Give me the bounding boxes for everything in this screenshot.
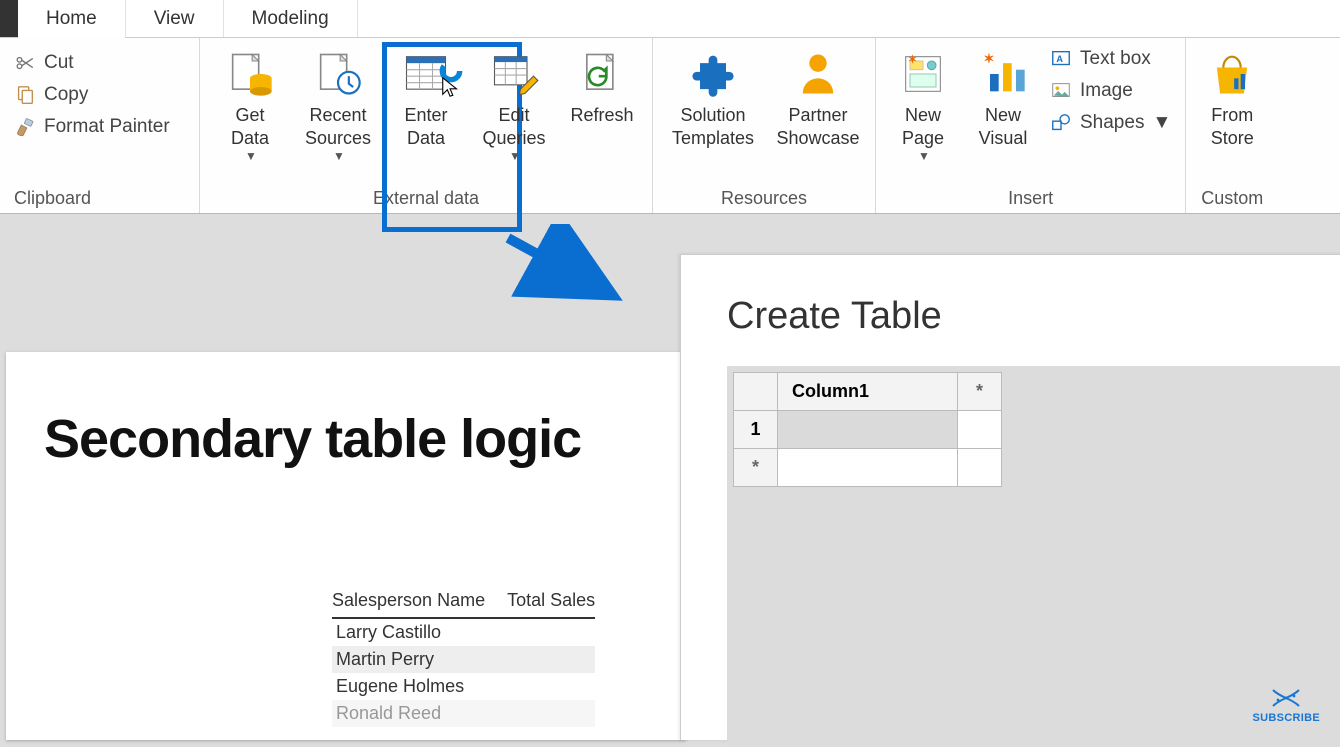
partner-showcase-button[interactable]: Partner Showcase [771,44,865,149]
tab-view[interactable]: View [126,0,224,37]
grid-cell-empty [958,411,1002,449]
from-store-label: From Store [1211,104,1254,149]
add-row-button[interactable]: * [734,449,778,487]
tab-home[interactable]: Home [18,0,126,37]
dna-icon [1269,686,1303,710]
new-page-label: New Page [902,104,944,149]
chevron-down-icon: ▼ [333,149,345,164]
group-label-insert: Insert [1008,184,1053,209]
col-total-sales: Total Sales [507,590,595,611]
copy-icon [14,84,36,106]
row-header-1: 1 [734,411,778,449]
shapes-label: Shapes [1080,112,1144,134]
tab-modeling[interactable]: Modeling [224,0,358,37]
cut-label: Cut [44,52,74,74]
refresh-label: Refresh [570,104,633,127]
report-canvas[interactable]: Secondary table logic Salesperson Name T… [6,352,686,740]
recent-sources-label: Recent Sources [305,104,371,149]
from-store-button[interactable]: From Store [1196,44,1268,149]
grid-cell[interactable] [778,411,958,449]
new-visual-button[interactable]: ✶ New Visual [968,44,1038,149]
table-row: Martin Perry [332,646,595,673]
group-resources: Solution Templates Partner Showcase Reso… [653,38,876,213]
get-data-button[interactable]: Get Data▼ [210,44,290,164]
enter-data-button[interactable]: Enter Data [386,44,466,149]
report-title: Secondary table logic [44,408,581,470]
new-page-button[interactable]: ✶ New Page▼ [886,44,960,164]
shapes-button[interactable]: Shapes ▼ [1046,110,1175,136]
dialog-grid-area: Column1 * 1 * [727,366,1340,747]
enter-data-grid[interactable]: Column1 * 1 * [733,372,1002,487]
group-label-external-data: External data [373,184,479,209]
col-header-column1[interactable]: Column1 [778,373,958,411]
enter-data-label: Enter Data [404,104,447,149]
svg-text:✶: ✶ [984,51,995,66]
ribbon-tabbar: Home View Modeling [0,0,1340,38]
partner-showcase-label: Partner Showcase [776,104,859,149]
svg-text:✶: ✶ [908,54,917,66]
text-box-icon: A [1050,48,1072,70]
group-external-data: Get Data▼ Recent Sources▼ Enter Data Edi… [200,38,653,213]
recent-sources-button[interactable]: Recent Sources▼ [298,44,378,164]
sales-table-visual[interactable]: Salesperson Name Total Sales Larry Casti… [332,590,595,727]
shapes-icon [1050,112,1072,134]
edit-queries-button[interactable]: Edit Queries▼ [474,44,554,164]
text-box-button[interactable]: A Text box [1046,46,1175,72]
svg-text:A: A [1056,54,1063,64]
group-label-clipboard: Clipboard [10,184,91,209]
chevron-down-icon: ▼ [1152,112,1171,134]
group-insert: ✶ New Page▼ ✶ New Visual A Text box Imag… [876,38,1186,213]
shopping-bag-chart-icon [1206,48,1258,100]
solution-templates-label: Solution Templates [672,104,754,149]
solution-templates-button[interactable]: Solution Templates [663,44,763,149]
scissors-icon [14,52,36,74]
create-table-dialog: Create Table Column1 * 1 * [680,254,1340,740]
new-visual-label: New Visual [979,104,1028,149]
table-row: Ronald Reed [332,700,595,727]
document-refresh-icon [576,48,628,100]
image-icon [1050,80,1072,102]
grid-cell-empty [778,449,958,487]
group-label-custom: Custom [1201,184,1263,209]
cut-button[interactable]: Cut [10,50,78,76]
group-label-resources: Resources [721,184,807,209]
add-column-button[interactable]: * [958,373,1002,411]
image-label: Image [1080,80,1133,102]
refresh-button[interactable]: Refresh [562,44,642,127]
chevron-down-icon: ▼ [509,149,521,164]
ribbon: Cut Copy Format Painter Clipboard Get Da… [0,38,1340,214]
bar-chart-icon: ✶ [977,48,1029,100]
format-painter-label: Format Painter [44,116,170,138]
puzzle-icon [687,48,739,100]
copy-button[interactable]: Copy [10,82,92,108]
document-clock-icon [312,48,364,100]
subscribe-label: SUBSCRIBE [1253,712,1321,724]
app-icon-placeholder [0,0,18,37]
chevron-down-icon: ▼ [918,149,930,164]
edit-queries-label: Edit Queries [482,104,545,149]
format-painter-button[interactable]: Format Painter [10,114,174,140]
cursor-icon [440,76,462,98]
subscribe-badge[interactable]: SUBSCRIBE [1253,686,1321,724]
copy-label: Copy [44,84,88,106]
col-salesperson: Salesperson Name [332,590,485,611]
table-pencil-icon [488,48,540,100]
annotation-arrow-icon [498,224,638,314]
grid-corner [734,373,778,411]
document-cylinder-icon [224,48,276,100]
person-icon [792,48,844,100]
paintbrush-icon [14,116,36,138]
group-clipboard: Cut Copy Format Painter Clipboard [0,38,200,213]
group-custom-visuals: From Store Custom [1186,38,1278,213]
page-chart-icon: ✶ [897,48,949,100]
dialog-title: Create Table [681,255,1340,366]
table-row: Larry Castillo [332,619,595,646]
text-box-label: Text box [1080,48,1151,70]
get-data-label: Get Data [231,104,269,149]
chevron-down-icon: ▼ [245,149,257,164]
image-button[interactable]: Image [1046,78,1175,104]
table-row: Eugene Holmes [332,673,595,700]
grid-cell-empty [958,449,1002,487]
